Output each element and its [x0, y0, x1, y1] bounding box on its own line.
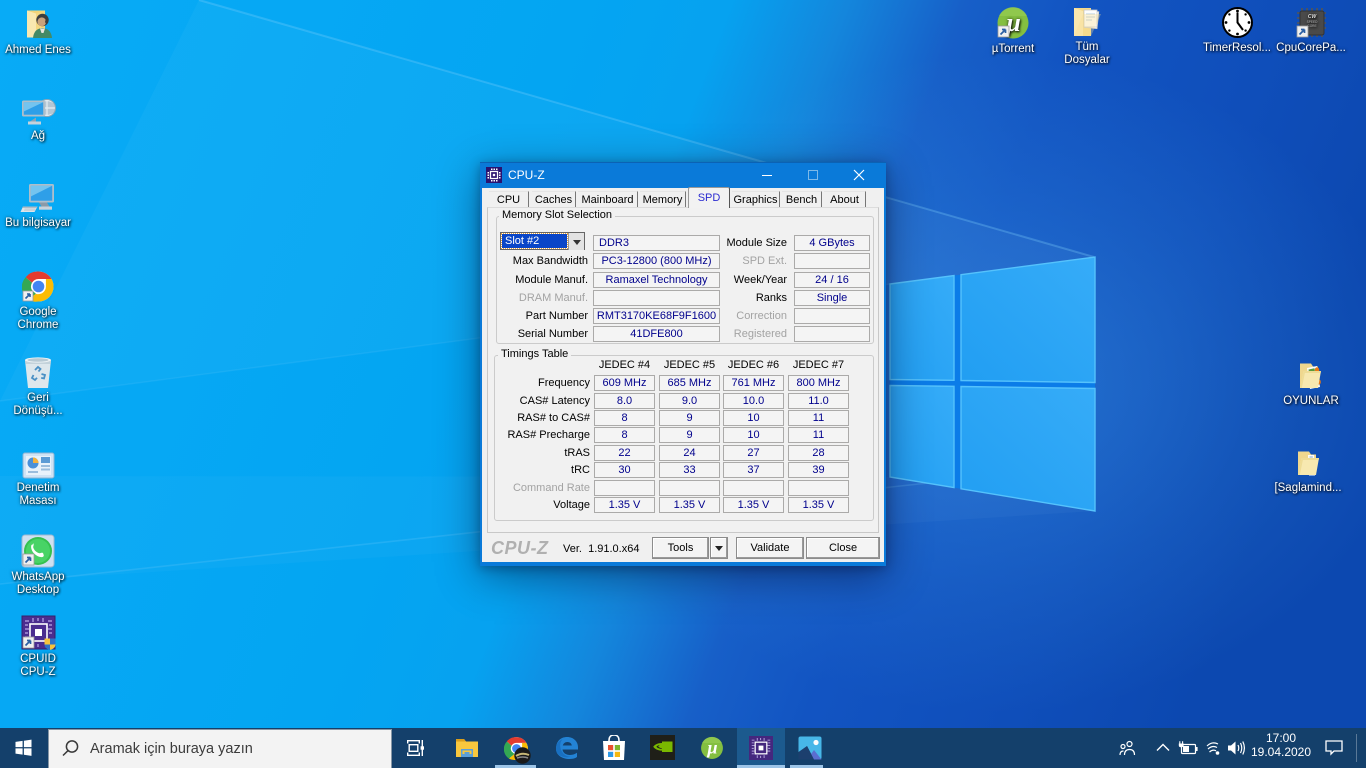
svg-text:CORE: CORE [1307, 24, 1316, 28]
svg-text:µ: µ [706, 738, 718, 758]
